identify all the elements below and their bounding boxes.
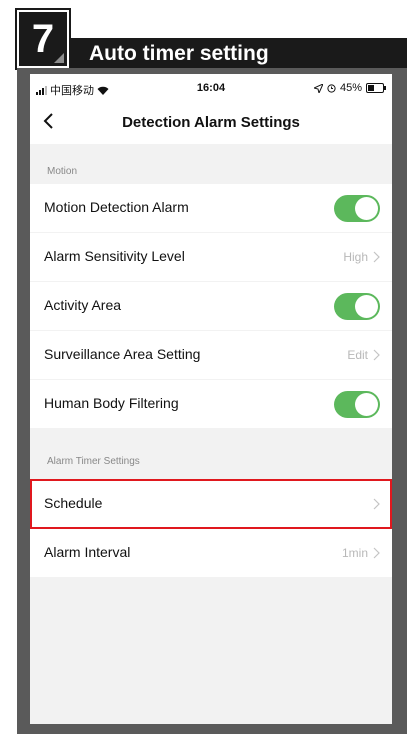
banner-title: Auto timer setting xyxy=(89,42,269,65)
row-activity-area: Activity Area xyxy=(30,282,392,330)
page-title: Detection Alarm Settings xyxy=(122,114,300,131)
section-label-alarm-timer: Alarm Timer Settings xyxy=(47,456,140,467)
row-value: Edit xyxy=(347,348,368,362)
row-human-body-filtering: Human Body Filtering xyxy=(30,380,392,428)
section-label-motion: Motion xyxy=(47,166,78,177)
row-label: Alarm Sensitivity Level xyxy=(44,248,185,264)
step-number-box: 7 xyxy=(15,8,71,70)
battery-percent: 45% xyxy=(339,82,362,94)
battery-icon xyxy=(366,83,386,93)
schedule-highlight-box xyxy=(30,479,392,529)
toggle-knob xyxy=(355,197,378,220)
row-label: Surveillance Area Setting xyxy=(44,346,201,362)
battery-fill xyxy=(368,85,374,91)
chevron-right-icon xyxy=(373,251,380,263)
toggle-knob xyxy=(355,295,378,318)
activity-area-toggle[interactable] xyxy=(334,293,380,320)
toggle-knob xyxy=(355,393,378,416)
chevron-right-icon xyxy=(373,349,380,361)
phone-screen: 中国移动 16:04 45% Detection Alarm Settings … xyxy=(30,74,392,724)
row-label: Human Body Filtering xyxy=(44,395,179,411)
nav-bar: Detection Alarm Settings xyxy=(30,100,392,144)
row-motion-detection-alarm: Motion Detection Alarm xyxy=(30,184,392,232)
row-surveillance-area-setting[interactable]: Surveillance Area Setting Edit xyxy=(30,331,392,379)
row-value: 1min xyxy=(341,546,368,560)
row-value: High xyxy=(343,250,368,264)
motion-detection-toggle[interactable] xyxy=(334,195,380,222)
row-alarm-sensitivity-level[interactable]: Alarm Sensitivity Level High xyxy=(30,233,392,281)
chevron-right-icon xyxy=(373,547,380,559)
human-body-filtering-toggle[interactable] xyxy=(334,391,380,418)
alarm-clock-icon xyxy=(327,83,336,93)
row-label: Alarm Interval xyxy=(44,544,131,560)
step-corner-mark xyxy=(54,53,64,63)
step-banner: 7 Auto timer setting xyxy=(15,8,407,70)
status-bar: 中国移动 16:04 45% xyxy=(30,74,392,100)
row-alarm-interval[interactable]: Alarm Interval 1min xyxy=(30,529,392,577)
row-label: Motion Detection Alarm xyxy=(44,199,189,215)
location-icon xyxy=(313,83,323,93)
phone-frame: 中国移动 16:04 45% Detection Alarm Settings … xyxy=(17,68,407,734)
row-label: Activity Area xyxy=(44,297,122,313)
